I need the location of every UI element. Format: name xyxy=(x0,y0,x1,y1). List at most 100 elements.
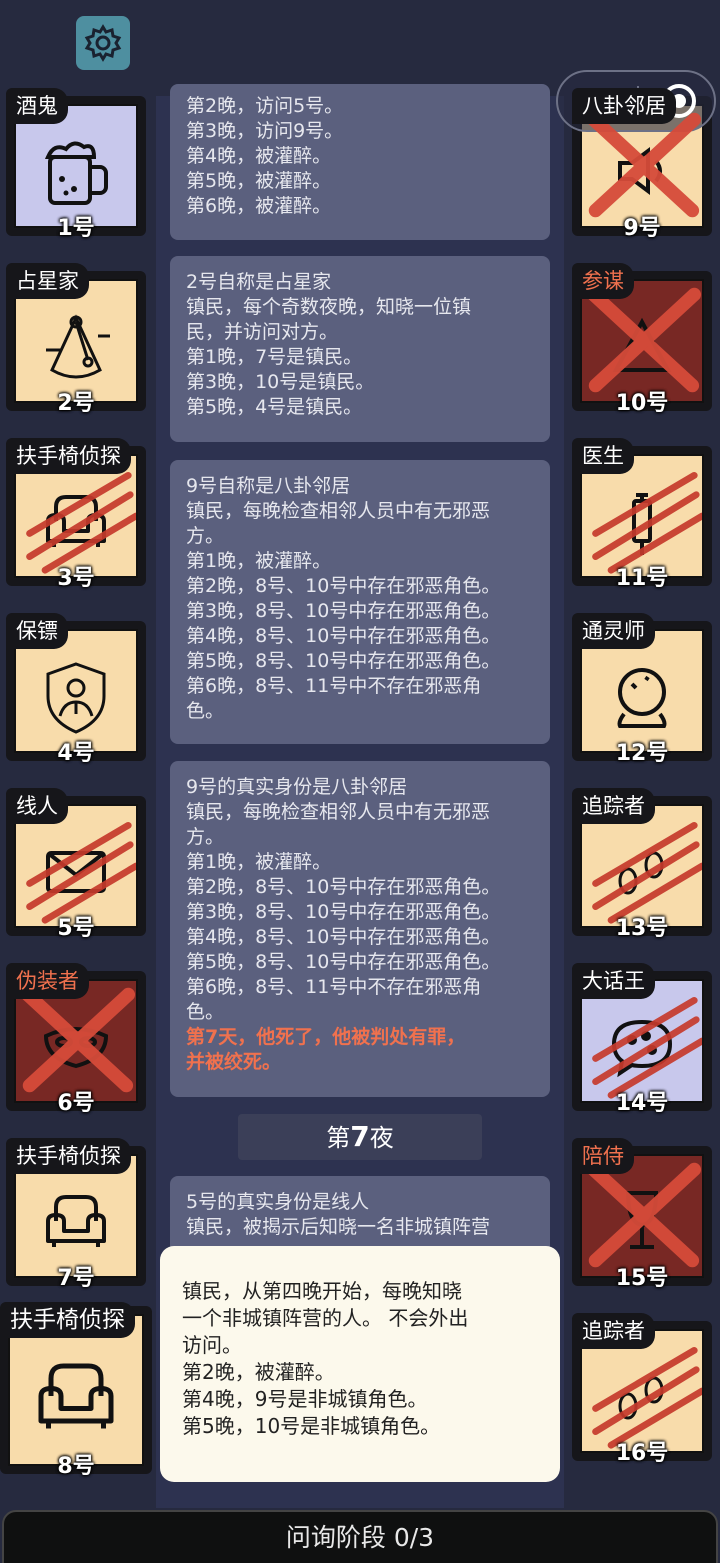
player-card[interactable]: 参谋 10号 xyxy=(572,263,712,416)
crystal-ball-icon xyxy=(617,667,667,728)
message-line: 第3晚，访问9号。 xyxy=(186,120,344,142)
player-number: 16号 xyxy=(615,1441,669,1466)
message-line: 第1晚，被灌醉。 xyxy=(186,550,332,572)
player-card[interactable]: 追踪者 13号 xyxy=(572,788,712,941)
message-line: 第4晚，8号、10号中存在邪恶角色。 xyxy=(186,926,501,948)
player-number: 1号 xyxy=(57,216,95,241)
player-number: 9号 xyxy=(623,216,661,241)
settings-button[interactable] xyxy=(76,16,130,70)
role-label: 八卦邻居 xyxy=(572,88,676,124)
message-line: 第5晚，8号、10号中存在邪恶角色。 xyxy=(186,650,501,672)
player-card[interactable]: 追踪者 16号 xyxy=(572,1313,712,1466)
cross-mark-icon xyxy=(20,987,136,1093)
gear-icon xyxy=(84,24,122,62)
cross-mark-icon xyxy=(586,112,702,218)
tooltip-line: 第2晚，被灌醉。 xyxy=(182,1360,335,1384)
armchair-icon xyxy=(46,1194,106,1247)
message-line: 第1晚，被灌醉。 xyxy=(186,851,332,873)
message-line: 民，并访问对方。 xyxy=(186,321,339,343)
role-label: 扶手椅侦探 xyxy=(0,1302,135,1338)
player-number: 13号 xyxy=(615,916,669,941)
message-line: 第2晚，访问5号。 xyxy=(186,95,344,117)
message-line: 第4晚，8号、10号中存在邪恶角色。 xyxy=(186,625,501,647)
phase-bar: 问询阶段 0/3 xyxy=(2,1510,718,1563)
message-line: 方。 xyxy=(186,826,225,848)
message-line: 方。 xyxy=(186,525,225,547)
player-card[interactable]: 通灵师 12号 xyxy=(572,613,712,766)
role-label: 线人 xyxy=(6,788,68,824)
message-line: 镇民，被揭示后知晓一名非城镇阵营 xyxy=(186,1216,491,1238)
message-line: 第3晚，8号、10号中存在邪恶角色。 xyxy=(186,600,501,622)
cross-mark-icon xyxy=(586,287,702,393)
slash-mark-icon xyxy=(592,1346,702,1449)
player-card[interactable]: 八卦邻居 9号 xyxy=(572,88,712,241)
player-card[interactable]: 占星家 2号 xyxy=(6,263,146,416)
player-card[interactable]: 线人 5号 xyxy=(6,788,146,941)
role-label: 参谋 xyxy=(572,263,634,299)
message-card: 9号自称是八卦邻居镇民，每晚检查相邻人员中有无邪恶 方。第1晚，被灌醉。第2晚，8… xyxy=(170,460,550,744)
slash-mark-icon xyxy=(26,471,136,574)
role-label: 酒鬼 xyxy=(6,88,68,124)
message-line: 镇民，每晚检查相邻人员中有无邪恶 xyxy=(186,500,491,522)
tooltip-line: 镇民，从第四晚开始，每晚知晓 xyxy=(182,1279,462,1303)
tooltip-line: 访问。 xyxy=(182,1333,242,1357)
phase-label: 问询阶段 0/3 xyxy=(285,1523,435,1552)
player-number: 6号 xyxy=(57,1091,95,1116)
player-number: 7号 xyxy=(57,1266,95,1291)
tooltip-line: 一个非城镇阵营的人。 不会外出 xyxy=(182,1306,469,1330)
slash-mark-icon xyxy=(592,821,702,924)
message-line: 第5晚，4号是镇民。 xyxy=(186,396,363,418)
role-label: 医生 xyxy=(572,438,634,474)
message-line: 第4晚，被灌醉。 xyxy=(186,145,332,167)
role-label: 伪装者 xyxy=(6,963,89,999)
message-line: 9号自称是八卦邻居 xyxy=(186,475,351,497)
message-line: 第2晚，8号、10号中存在邪恶角色。 xyxy=(186,575,501,597)
role-tooltip: 镇民，从第四晚开始，每晚知晓 一个非城镇阵营的人。 不会外出 访问。第2晚，被灌醉。… xyxy=(160,1246,560,1482)
role-label: 保镖 xyxy=(6,613,68,649)
player-number: 10号 xyxy=(615,391,669,416)
player-card[interactable]: 陪侍 15号 xyxy=(572,1138,712,1291)
player-card[interactable]: 扶手椅侦探 3号 xyxy=(6,438,146,591)
player-number: 4号 xyxy=(57,741,95,766)
message-line: 第3晚，8号、10号中存在邪恶角色。 xyxy=(186,901,501,923)
player-card[interactable]: 酒鬼 1号 xyxy=(6,88,146,241)
message-line: 色。 xyxy=(186,700,225,722)
message-line: 第5晚，被灌醉。 xyxy=(186,170,332,192)
role-label: 大话王 xyxy=(572,963,655,999)
beer-mug-icon xyxy=(44,141,108,205)
slash-mark-icon xyxy=(592,471,702,574)
death-notice: 并被绞死。 xyxy=(186,1051,282,1073)
message-card: 第2晚，访问5号。 第3晚，访问9号。 第4晚，被灌醉。 第5晚，被灌醉。 第6晚，被灌… xyxy=(170,84,550,240)
message-line: 镇民，每个奇数夜晚，知晓一位镇 xyxy=(186,296,472,318)
message-card: 2号自称是占星家 镇民，每个奇数夜晚，知晓一位镇 民，并访问对方。 第1晚，7号是镇民… xyxy=(170,256,550,442)
role-label: 通灵师 xyxy=(572,613,655,649)
death-notice: 第7天，他死了，他被判处有罪， xyxy=(186,1026,466,1048)
player-number: 2号 xyxy=(57,391,95,416)
message-line: 第3晚，10号是镇民。 xyxy=(186,371,375,393)
message-line: 色。 xyxy=(186,1001,225,1023)
player-card[interactable]: 扶手椅侦探 8号 xyxy=(0,1302,152,1479)
role-label: 扶手椅侦探 xyxy=(6,1138,131,1174)
role-label: 追踪者 xyxy=(572,1313,655,1349)
player-card[interactable]: 扶手椅侦探 7号 xyxy=(6,1138,146,1291)
role-label: 扶手椅侦探 xyxy=(6,438,131,474)
player-card[interactable]: 保镖 4号 xyxy=(6,613,146,766)
message-card: 5号的真实身份是线人 镇民，被揭示后知晓一名非城镇阵营 xyxy=(170,1176,550,1256)
player-card[interactable]: 伪装者 6号 xyxy=(6,963,146,1116)
tooltip-line: 第5晚，10号是非城镇角色。 xyxy=(182,1414,441,1438)
player-card[interactable]: 医生 11号 xyxy=(572,438,712,591)
message-line: 第2晚，8号、10号中存在邪恶角色。 xyxy=(186,876,501,898)
player-number: 5号 xyxy=(57,916,95,941)
player-number: 14号 xyxy=(615,1091,669,1116)
player-number: 15号 xyxy=(615,1266,669,1291)
message-line: 2号自称是占星家 xyxy=(186,271,332,293)
player-card[interactable]: 大话王 14号 xyxy=(572,963,712,1116)
player-number: 11号 xyxy=(615,566,669,591)
message-line: 第6晚，8号、11号中不存在邪恶角 xyxy=(186,976,482,998)
message-card: 9号的真实身份是八卦邻居 镇民，每晚检查相邻人员中有无邪恶 方。 第1晚，被灌醉。 第2… xyxy=(170,761,550,1097)
message-line: 第6晚，8号、11号中不存在邪恶角 xyxy=(186,675,482,697)
bodyguard-shield-icon xyxy=(46,662,106,734)
message-line: 第6晚，被灌醉。 xyxy=(186,195,332,217)
cross-mark-icon xyxy=(586,1162,702,1268)
night-label: 第7夜 xyxy=(238,1114,482,1160)
